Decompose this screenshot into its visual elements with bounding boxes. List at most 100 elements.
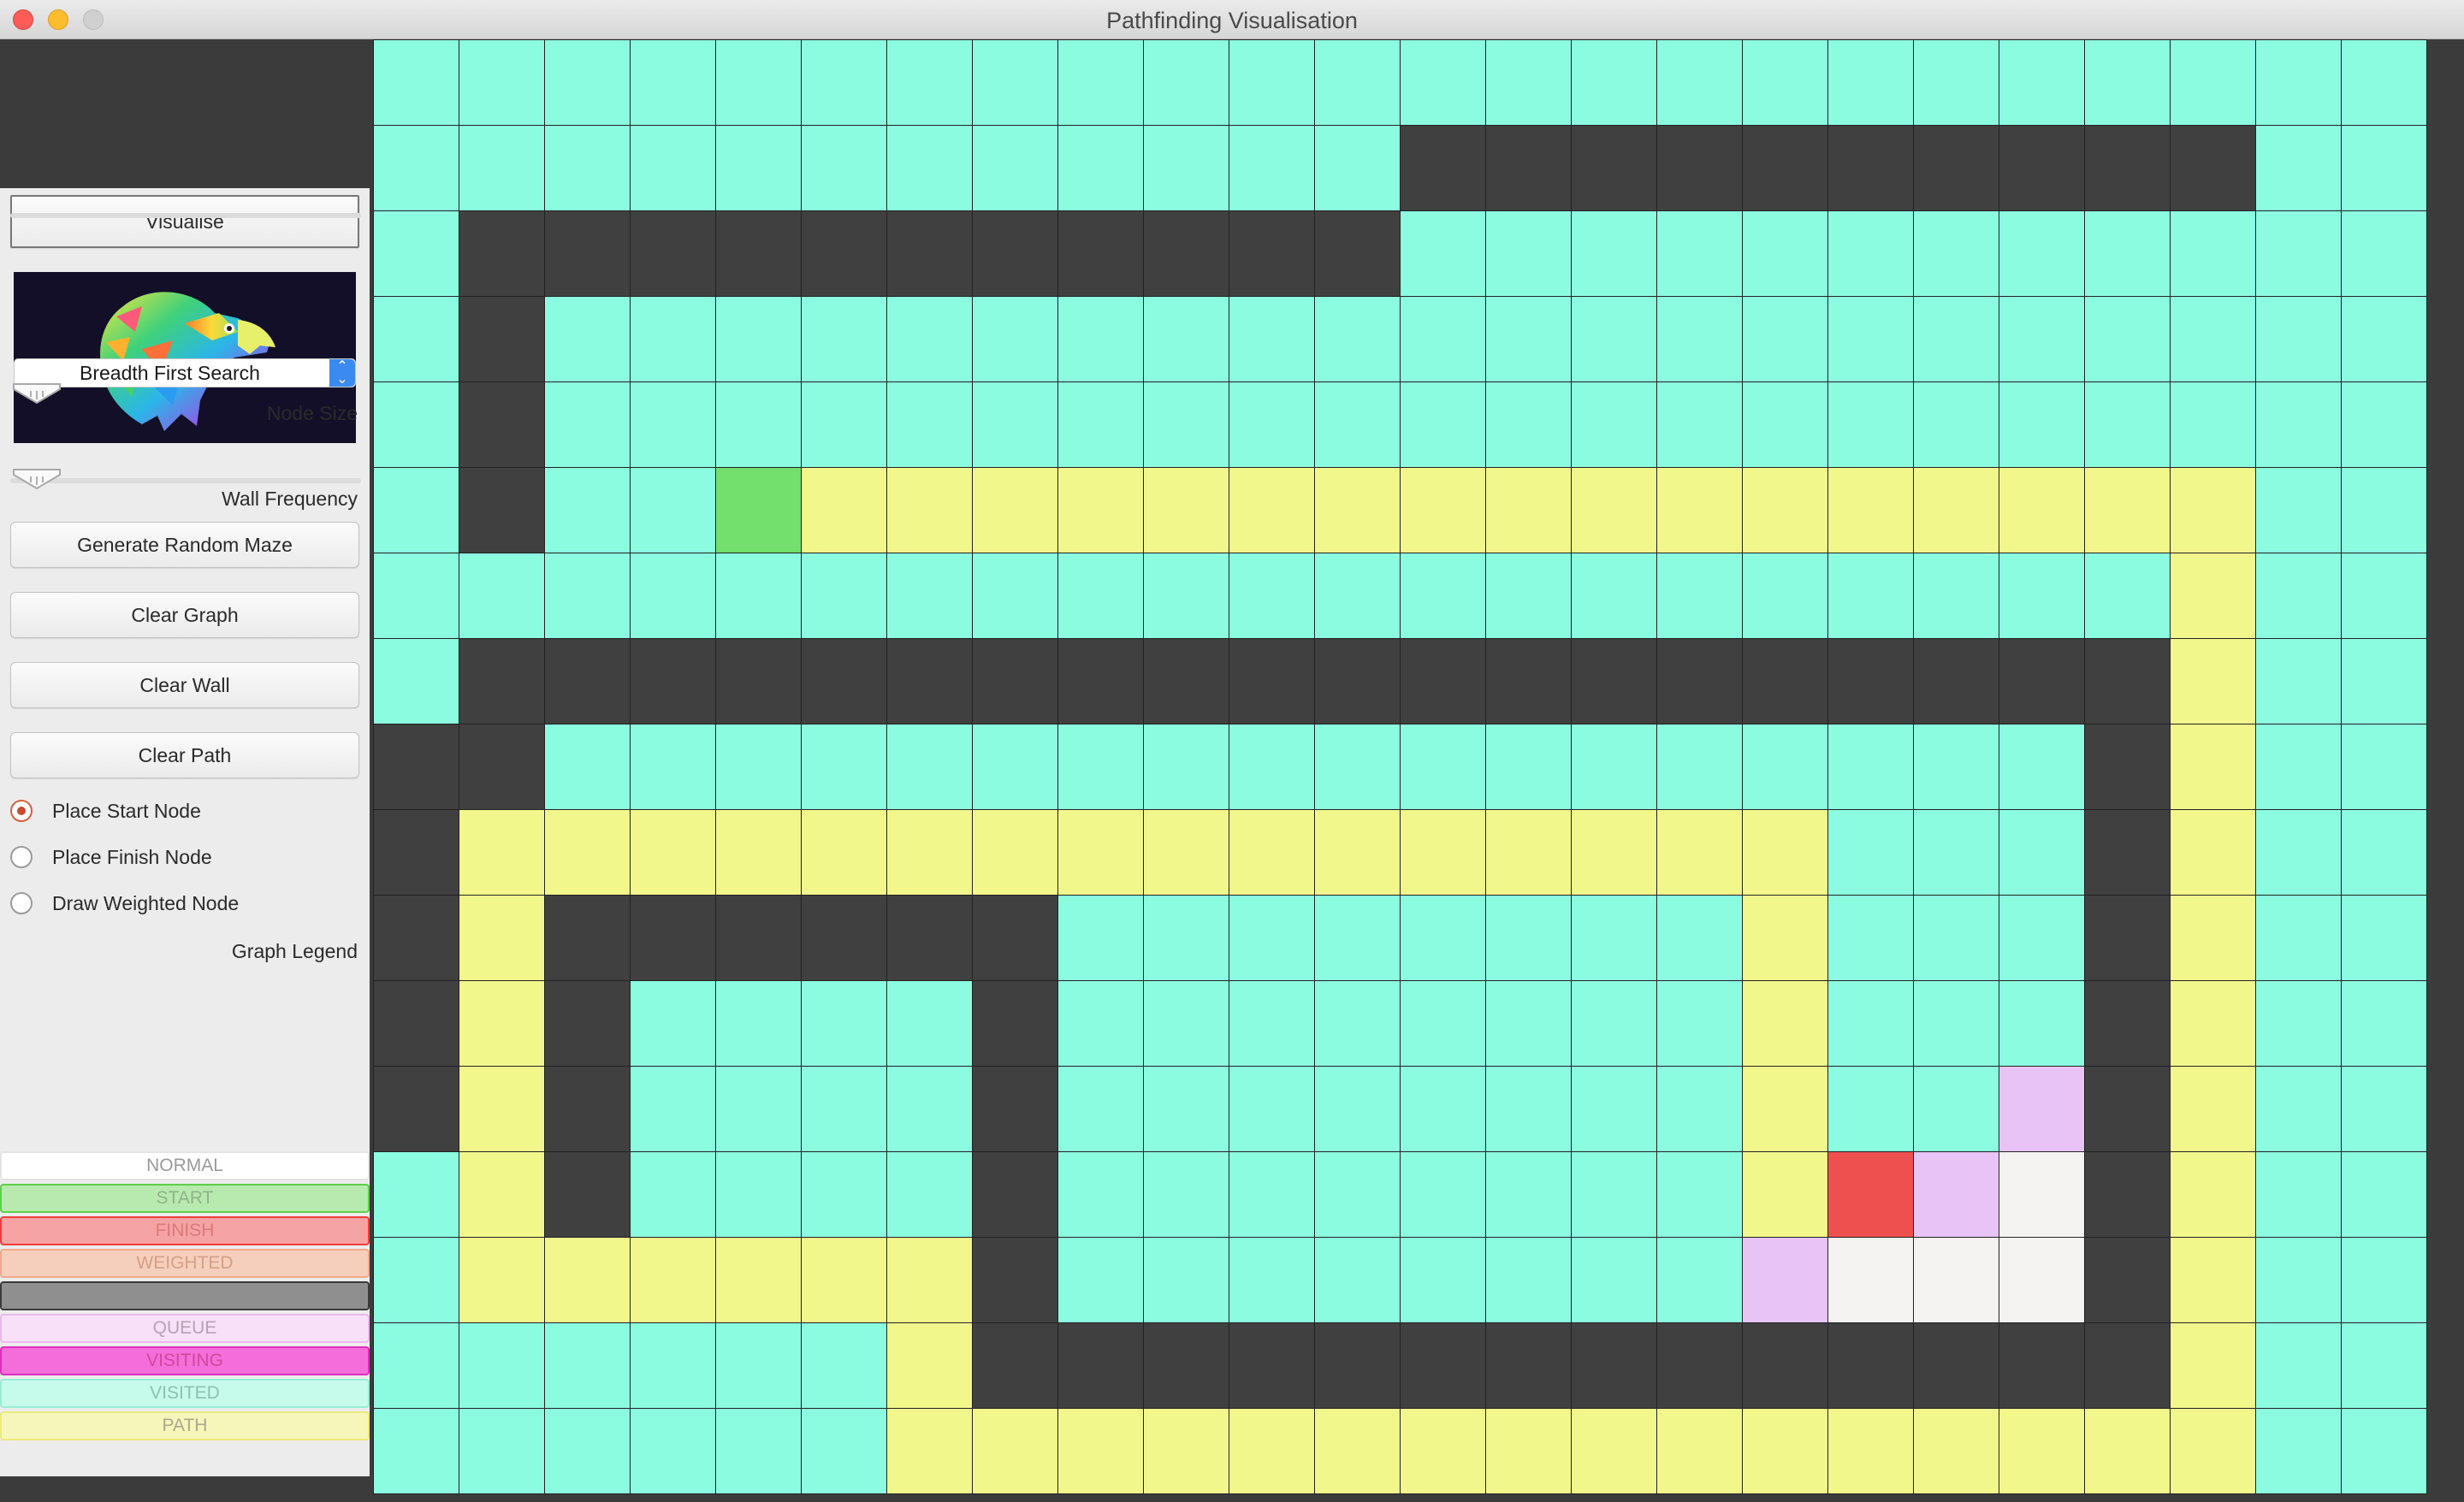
- generate-random-maze-button[interactable]: Generate Random Maze: [10, 522, 359, 568]
- visited-node[interactable]: [2084, 553, 2171, 639]
- visited-node[interactable]: [2255, 210, 2342, 297]
- wall-node[interactable]: [1485, 1322, 1572, 1409]
- wall-node[interactable]: [544, 895, 631, 981]
- visited-node[interactable]: [1400, 39, 1486, 126]
- visited-node[interactable]: [1057, 1066, 1144, 1152]
- path-node[interactable]: [1913, 1408, 1999, 1494]
- visited-node[interactable]: [373, 125, 459, 211]
- wall-node[interactable]: [886, 210, 973, 297]
- visited-node[interactable]: [1656, 980, 1743, 1067]
- visited-node[interactable]: [1143, 724, 1229, 810]
- visited-node[interactable]: [1400, 296, 1486, 382]
- visited-node[interactable]: [801, 553, 887, 639]
- visited-node[interactable]: [801, 980, 887, 1067]
- visited-node[interactable]: [1143, 980, 1229, 1067]
- visited-node[interactable]: [886, 980, 973, 1067]
- visited-node[interactable]: [1571, 1151, 1657, 1238]
- visited-node[interactable]: [886, 724, 973, 810]
- visited-node[interactable]: [1913, 210, 1999, 297]
- path-node[interactable]: [972, 1408, 1058, 1494]
- wall-node[interactable]: [1999, 125, 2085, 211]
- path-node[interactable]: [2084, 1408, 2171, 1494]
- path-node[interactable]: [1229, 1408, 1315, 1494]
- wall-node[interactable]: [1057, 638, 1144, 724]
- path-node[interactable]: [1314, 467, 1401, 553]
- path-node[interactable]: [1571, 809, 1657, 896]
- visited-node[interactable]: [373, 1151, 459, 1238]
- visited-node[interactable]: [1314, 296, 1401, 382]
- wall-node[interactable]: [1571, 638, 1657, 724]
- visited-node[interactable]: [373, 638, 459, 724]
- visited-node[interactable]: [1571, 1066, 1657, 1152]
- path-node[interactable]: [972, 809, 1058, 896]
- visited-node[interactable]: [1143, 553, 1229, 639]
- path-node[interactable]: [2084, 467, 2171, 553]
- path-node[interactable]: [801, 1237, 887, 1323]
- wall-node[interactable]: [1913, 125, 1999, 211]
- pathfinding-grid-area[interactable]: [373, 39, 2464, 1502]
- wall-node[interactable]: [1314, 1322, 1401, 1409]
- wall-node[interactable]: [972, 1151, 1058, 1238]
- path-node[interactable]: [2170, 1151, 2256, 1238]
- visited-node[interactable]: [1742, 381, 1828, 468]
- visited-node[interactable]: [544, 296, 631, 382]
- path-node[interactable]: [544, 809, 631, 896]
- visited-node[interactable]: [1999, 39, 2085, 126]
- wall-node[interactable]: [373, 895, 459, 981]
- path-node[interactable]: [1229, 809, 1315, 896]
- visited-node[interactable]: [1827, 553, 1914, 639]
- path-node[interactable]: [630, 809, 716, 896]
- visited-node[interactable]: [1143, 895, 1229, 981]
- visited-node[interactable]: [373, 210, 459, 297]
- visited-node[interactable]: [1827, 1066, 1914, 1152]
- visited-node[interactable]: [1571, 724, 1657, 810]
- visited-node[interactable]: [1057, 1151, 1144, 1238]
- visited-node[interactable]: [2255, 39, 2342, 126]
- visited-node[interactable]: [1827, 381, 1914, 468]
- visited-node[interactable]: [544, 553, 631, 639]
- path-node[interactable]: [1400, 809, 1486, 896]
- visited-node[interactable]: [1827, 296, 1914, 382]
- visited-node[interactable]: [373, 1237, 459, 1323]
- wall-node[interactable]: [972, 1237, 1058, 1323]
- visited-node[interactable]: [1314, 125, 1401, 211]
- visited-node[interactable]: [459, 1408, 545, 1494]
- visited-node[interactable]: [373, 467, 459, 553]
- visited-node[interactable]: [1485, 296, 1572, 382]
- wall-node[interactable]: [459, 638, 545, 724]
- path-node[interactable]: [1742, 1066, 1828, 1152]
- path-node[interactable]: [972, 467, 1058, 553]
- visited-node[interactable]: [544, 467, 631, 553]
- visited-node[interactable]: [1143, 1066, 1229, 1152]
- path-node[interactable]: [459, 1151, 545, 1238]
- visited-node[interactable]: [1057, 296, 1144, 382]
- visited-node[interactable]: [459, 39, 545, 126]
- path-node[interactable]: [2170, 980, 2256, 1067]
- wall-node[interactable]: [1485, 638, 1572, 724]
- wall-node[interactable]: [2084, 1066, 2171, 1152]
- visited-node[interactable]: [801, 1066, 887, 1152]
- visited-node[interactable]: [1913, 39, 1999, 126]
- visited-node[interactable]: [1143, 296, 1229, 382]
- visited-node[interactable]: [1742, 553, 1828, 639]
- path-node[interactable]: [1656, 809, 1743, 896]
- wall-node[interactable]: [2084, 1237, 2171, 1323]
- visited-node[interactable]: [1999, 210, 2085, 297]
- visited-node[interactable]: [2255, 1322, 2342, 1409]
- path-node[interactable]: [1999, 467, 2085, 553]
- visited-node[interactable]: [2341, 895, 2427, 981]
- wall-node[interactable]: [972, 1322, 1058, 1409]
- visited-node[interactable]: [1999, 980, 2085, 1067]
- visited-node[interactable]: [1656, 381, 1743, 468]
- visited-node[interactable]: [1999, 809, 2085, 896]
- visited-node[interactable]: [2170, 39, 2256, 126]
- visited-node[interactable]: [1913, 381, 1999, 468]
- wall-node[interactable]: [459, 724, 545, 810]
- path-node[interactable]: [1229, 467, 1315, 553]
- visited-node[interactable]: [1057, 1237, 1144, 1323]
- wall-node[interactable]: [715, 895, 802, 981]
- finish-node[interactable]: [1827, 1151, 1914, 1238]
- visited-node[interactable]: [1913, 553, 1999, 639]
- visited-node[interactable]: [2341, 381, 2427, 468]
- visited-node[interactable]: [459, 553, 545, 639]
